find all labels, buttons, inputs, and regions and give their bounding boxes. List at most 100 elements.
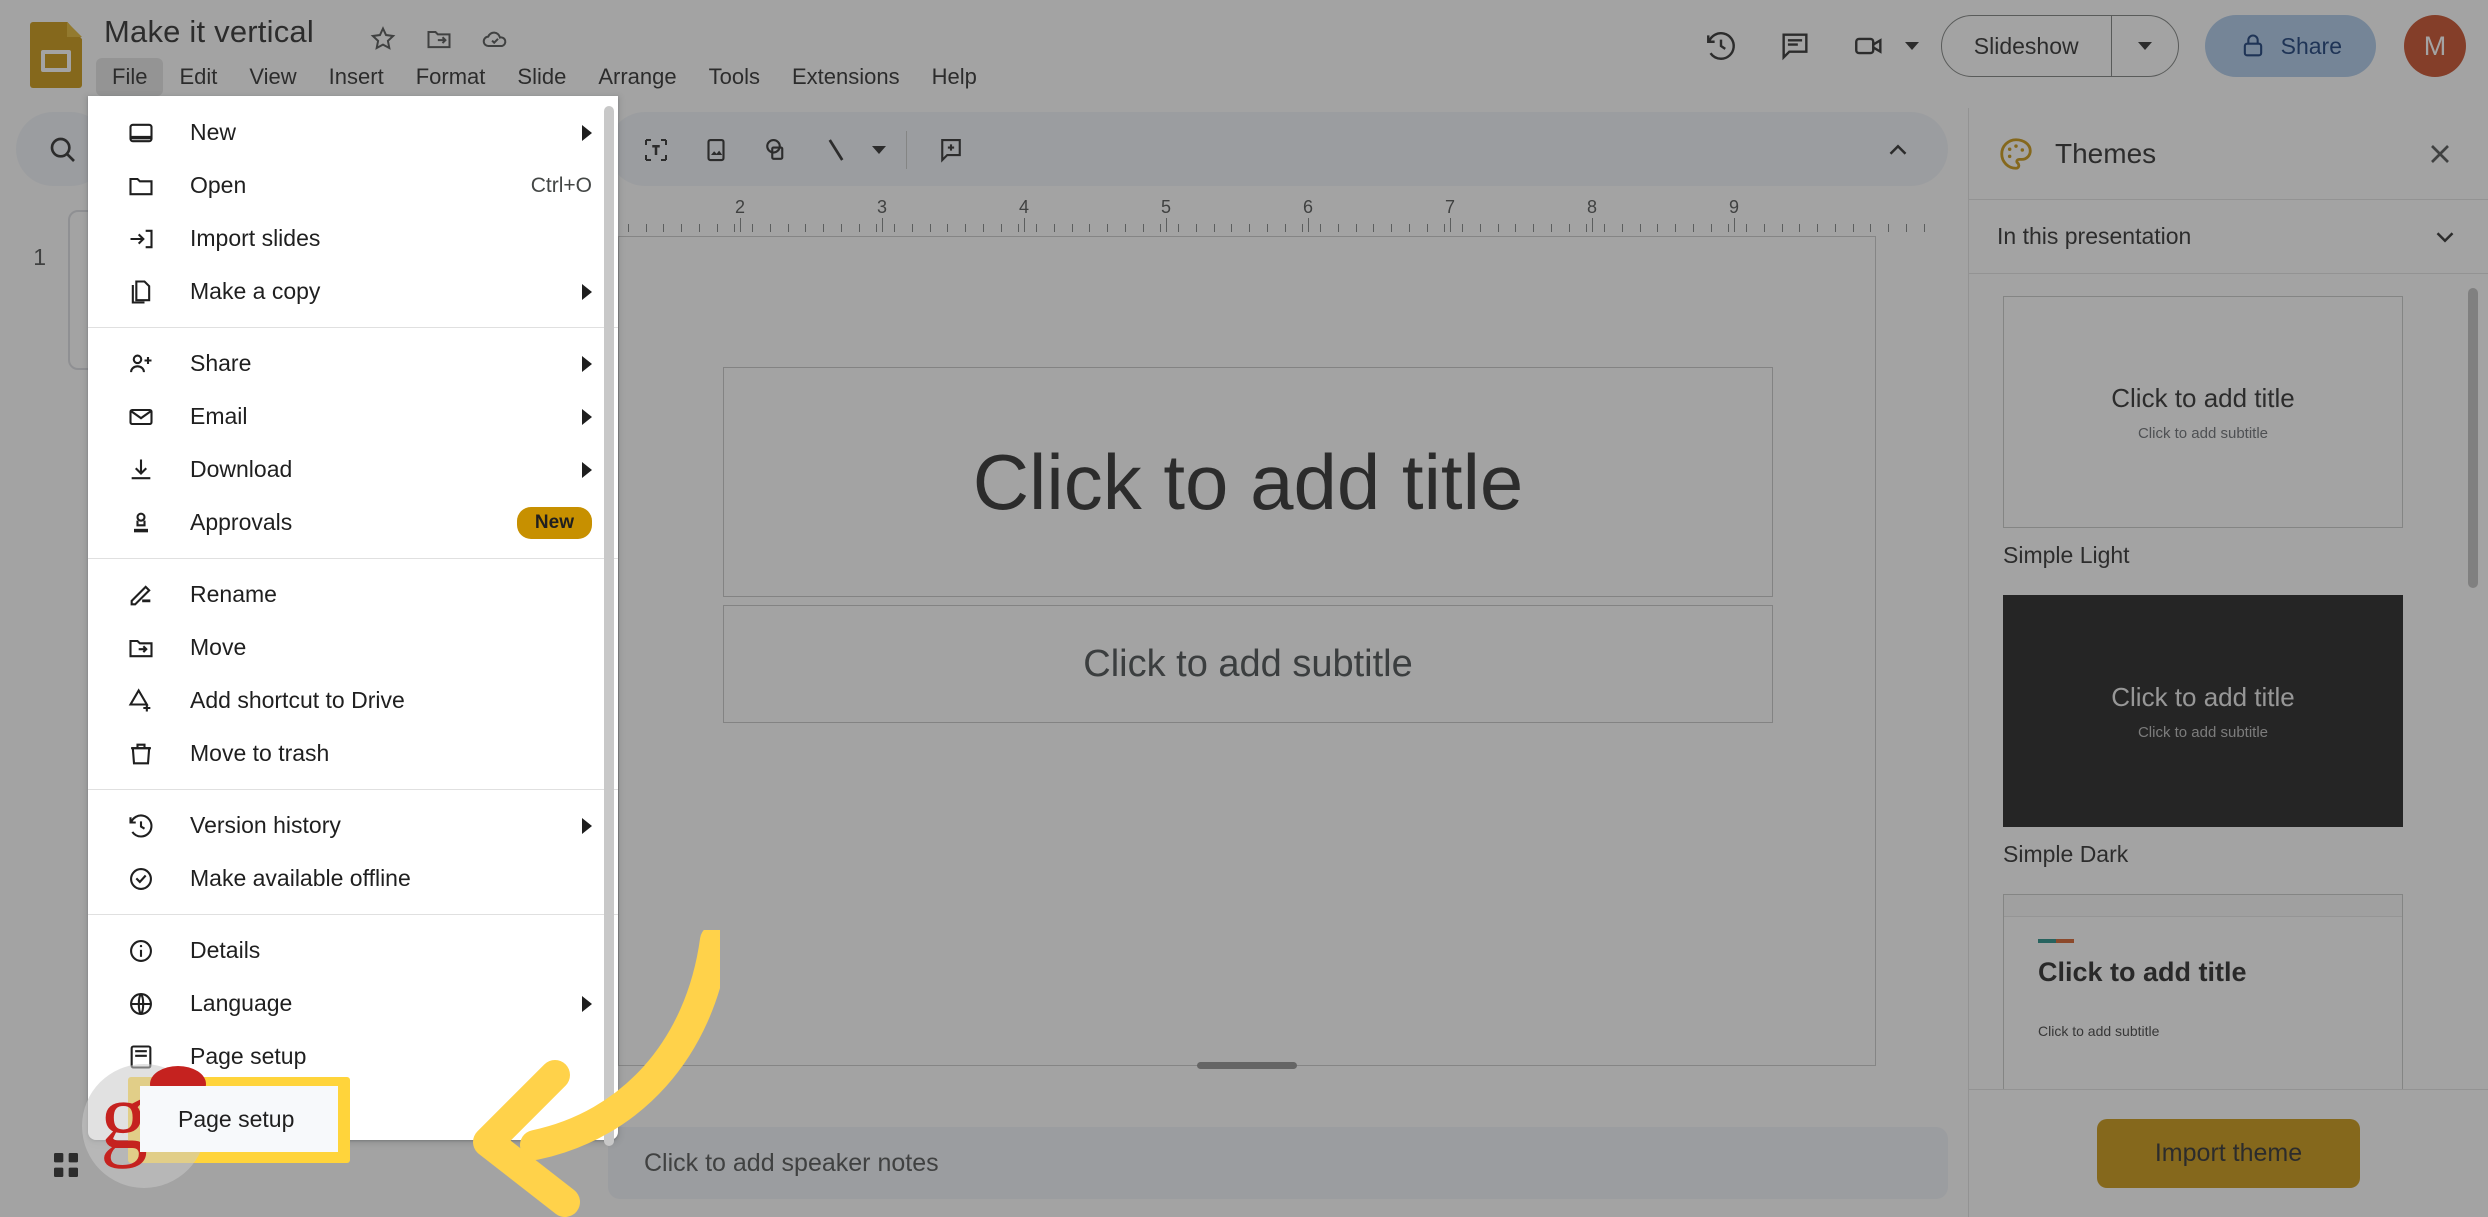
themes-scrollbar[interactable] bbox=[2468, 288, 2478, 588]
menu-item-shortcut: Ctrl+O bbox=[530, 173, 592, 197]
menu-item-version-history[interactable]: Version history bbox=[88, 799, 618, 852]
menu-item-make-a-copy[interactable]: Make a copy bbox=[88, 265, 618, 318]
ruler-tick bbox=[1923, 224, 1925, 232]
notes-drag-handle[interactable] bbox=[1197, 1062, 1297, 1069]
close-icon[interactable] bbox=[2420, 134, 2460, 174]
insert-image-icon[interactable] bbox=[692, 126, 740, 174]
menu-file[interactable]: File bbox=[96, 58, 164, 96]
themes-section-header[interactable]: In this presentation bbox=[1969, 200, 2488, 274]
move-to-folder-icon[interactable] bbox=[422, 22, 456, 56]
menu-item-label: Page setup bbox=[190, 1043, 307, 1069]
ruler-tick bbox=[1888, 224, 1889, 232]
menu-item-new[interactable]: New bbox=[88, 106, 618, 159]
version-history-icon[interactable] bbox=[1689, 14, 1753, 78]
menu-item-label: Download bbox=[190, 456, 293, 482]
chevron-up-icon[interactable] bbox=[1876, 128, 1920, 172]
menu-item-share[interactable]: Share bbox=[88, 337, 618, 390]
menu-item-label: Move bbox=[190, 634, 247, 660]
menu-extensions[interactable]: Extensions bbox=[776, 58, 916, 96]
menu-item-label: Import slides bbox=[190, 225, 321, 251]
menu-insert[interactable]: Insert bbox=[313, 58, 400, 96]
ruler-tick bbox=[1018, 224, 1020, 232]
ruler-tick bbox=[1195, 224, 1197, 232]
menu-tools[interactable]: Tools bbox=[693, 58, 776, 96]
slideshow-button[interactable]: Slideshow bbox=[1940, 15, 2179, 77]
menu-item-open[interactable]: Open Ctrl+O bbox=[88, 159, 618, 212]
toolbar bbox=[608, 112, 1948, 186]
menu-divider bbox=[88, 789, 618, 790]
theme-preview-title: Click to add title bbox=[2111, 682, 2295, 712]
theme-card-simple-dark[interactable]: Click to add title Click to add subtitle… bbox=[2003, 595, 2454, 868]
comment-icon[interactable] bbox=[1763, 14, 1827, 78]
menu-item-approvals[interactable]: Approvals New bbox=[88, 496, 618, 549]
text-box-icon[interactable] bbox=[632, 126, 680, 174]
import-theme-button[interactable]: Import theme bbox=[2096, 1119, 2361, 1188]
ruler-label: 6 bbox=[1302, 197, 1314, 217]
menu-item-rename[interactable]: Rename bbox=[88, 568, 618, 621]
ruler-tick bbox=[1302, 224, 1304, 232]
present-dropdown-icon[interactable] bbox=[1904, 42, 1919, 50]
menu-item-download[interactable]: Download bbox=[88, 443, 618, 496]
shape-icon[interactable] bbox=[752, 126, 800, 174]
ruler-tick bbox=[1515, 224, 1517, 232]
menu-help[interactable]: Help bbox=[916, 58, 993, 96]
ruler-label: 9 bbox=[1728, 197, 1740, 217]
ruler-tick bbox=[823, 224, 824, 232]
menu-item-add-shortcut-to-drive[interactable]: Add shortcut to Drive bbox=[88, 674, 618, 727]
search-icon bbox=[46, 133, 78, 165]
avatar[interactable]: M bbox=[2404, 15, 2466, 77]
ruler-tick bbox=[1568, 224, 1570, 232]
menu-item-move-to-trash[interactable]: Move to trash bbox=[88, 727, 618, 780]
menu-item-email[interactable]: Email bbox=[88, 390, 618, 443]
slide-canvas: Click to add title Click to add subtitle bbox=[608, 236, 1948, 1076]
speaker-notes[interactable]: Click to add speaker notes bbox=[608, 1127, 1948, 1199]
ruler-tick bbox=[1391, 224, 1392, 232]
ruler-major-tick bbox=[740, 218, 741, 232]
ruler-tick bbox=[1657, 224, 1659, 232]
share-button[interactable]: Share bbox=[2204, 15, 2376, 77]
theme-card-simple-light[interactable]: Click to add title Click to add subtitle… bbox=[2003, 296, 2454, 569]
present-video-icon[interactable] bbox=[1837, 14, 1901, 78]
ruler-tick bbox=[1692, 224, 1694, 232]
slideshow-dropdown-icon[interactable] bbox=[2112, 42, 2178, 50]
current-slide[interactable]: Click to add title Click to add subtitle bbox=[618, 236, 1876, 1069]
ruler-tick bbox=[1053, 224, 1055, 232]
ruler-tick bbox=[1604, 224, 1605, 232]
themes-panel-footer: Import theme bbox=[1969, 1089, 2488, 1217]
menu-item-label: Share bbox=[190, 350, 252, 376]
theme-preview-band bbox=[2004, 895, 2402, 917]
line-dropdown-icon[interactable] bbox=[872, 146, 886, 154]
submenu-arrow-icon bbox=[582, 355, 592, 372]
themes-panel-header: Themes bbox=[1969, 108, 2488, 200]
new-presentation-icon bbox=[122, 114, 160, 152]
title-placeholder[interactable]: Click to add title bbox=[723, 367, 1773, 597]
ruler-label: 5 bbox=[1160, 197, 1172, 217]
menu-slide[interactable]: Slide bbox=[501, 58, 582, 96]
menu-item-label: Details bbox=[190, 937, 261, 963]
menu-item-import-slides[interactable]: Import slides bbox=[88, 212, 618, 265]
cloud-saved-icon[interactable] bbox=[478, 22, 512, 56]
grid-view-icon[interactable] bbox=[42, 1141, 90, 1189]
theme-card-streamline[interactable]: Click to add title Click to add subtitle bbox=[2003, 894, 2454, 1089]
add-comment-icon[interactable] bbox=[927, 126, 975, 174]
submenu-arrow-icon bbox=[582, 408, 592, 425]
palette-icon bbox=[1997, 135, 2035, 173]
chevron-down-icon[interactable] bbox=[2430, 222, 2460, 252]
theme-preview-subtitle: Click to add subtitle bbox=[2038, 1023, 2160, 1039]
ruler-tick bbox=[1231, 224, 1233, 232]
horizontal-ruler[interactable]: 2 3 4 5 6 7 8 9 bbox=[610, 190, 1940, 232]
ruler-tick bbox=[1905, 224, 1907, 232]
menu-format[interactable]: Format bbox=[400, 58, 502, 96]
line-icon[interactable] bbox=[812, 126, 860, 174]
ruler-major-tick bbox=[1450, 218, 1451, 232]
document-title[interactable]: Make it vertical bbox=[104, 14, 314, 50]
subtitle-placeholder[interactable]: Click to add subtitle bbox=[723, 605, 1773, 723]
menu-item-move[interactable]: Move bbox=[88, 621, 618, 674]
menu-view[interactable]: View bbox=[233, 58, 312, 96]
menu-item-make-available-offline[interactable]: Make available offline bbox=[88, 852, 618, 905]
menu-arrange[interactable]: Arrange bbox=[582, 58, 692, 96]
theme-name: Simple Dark bbox=[2003, 841, 2129, 867]
theme-preview-subtitle: Click to add subtitle bbox=[2137, 724, 2269, 741]
menu-edit[interactable]: Edit bbox=[163, 58, 233, 96]
star-icon[interactable] bbox=[366, 22, 400, 56]
